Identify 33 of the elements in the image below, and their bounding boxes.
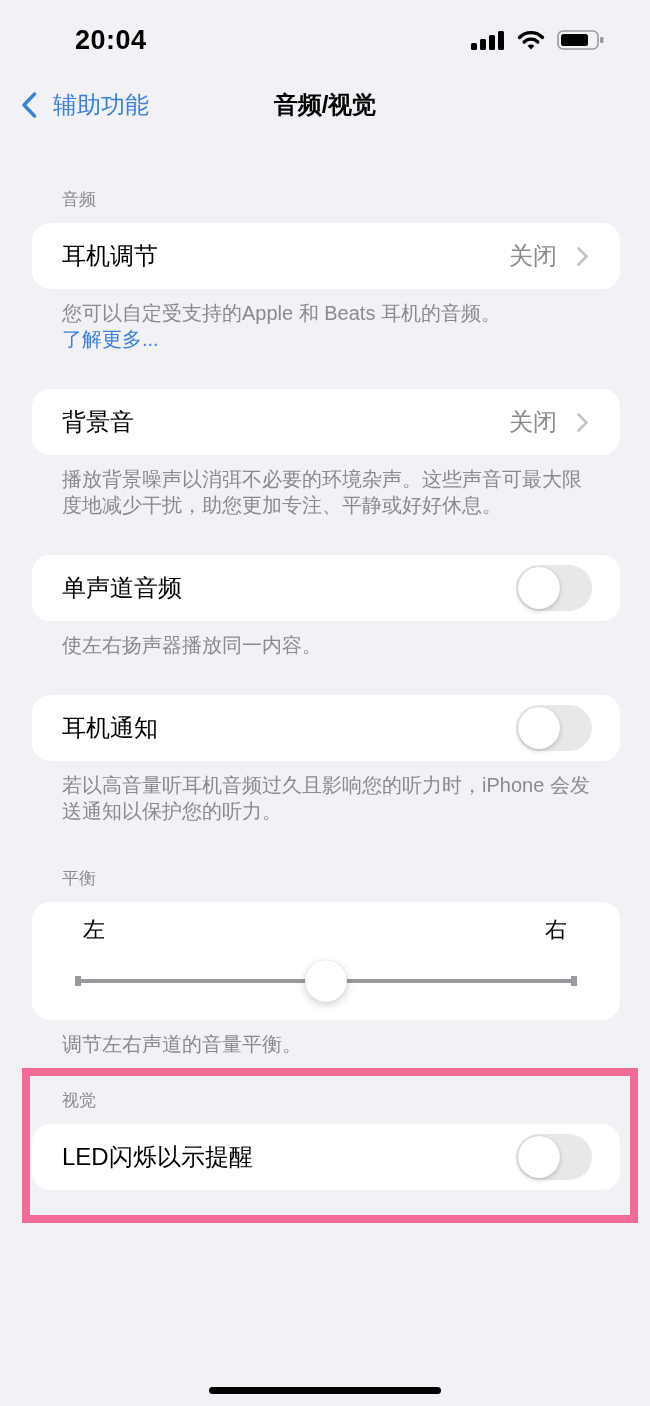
row-value: 关闭 (509, 241, 557, 271)
chevron-right-icon (577, 246, 588, 266)
row-value: 关闭 (509, 407, 557, 437)
slider-label: 右 (545, 917, 567, 943)
footer-note: 使左右扬声器播放同一内容。 (61, 633, 323, 658)
toggle-switch[interactable] (516, 565, 592, 611)
slider-label: 左 (83, 917, 105, 943)
section-header: 平衡 (61, 868, 97, 890)
toggle-switch[interactable] (516, 705, 592, 751)
status-time: 20:04 (75, 24, 147, 56)
footer-note: 播放背景噪声以消弭不必要的环境杂声。这些声音可最大限度地减少干扰，助您更加专注、平静或好好休息。 (61, 467, 583, 518)
footer-note: 调节左右声道的音量平衡。 (61, 1032, 303, 1057)
chevron-left-icon (21, 92, 37, 118)
row-label: 单声道音频 (62, 573, 182, 603)
signal-icon (471, 30, 505, 50)
section-header: 视觉 (61, 1090, 97, 1112)
slider-thumb[interactable] (305, 960, 347, 1002)
footer-note: 若以高音量听耳机音频过久且影响您的听力时，iPhone 会发送通知以保护您的听力。 (61, 773, 591, 824)
row-label: 耳机调节 (62, 241, 158, 271)
nav-title: 音频/视觉 (273, 90, 377, 120)
footer-note: 您可以自定受支持的Apple 和 Beats 耳机的音频。 了解更多... (61, 301, 502, 352)
row-label: 耳机通知 (62, 713, 158, 743)
settings-row[interactable]: 背景音 关闭 (32, 389, 620, 455)
section-header: 音频 (61, 189, 97, 211)
chevron-right-icon (577, 412, 588, 432)
row-label: LED闪烁以示提醒 (62, 1142, 253, 1172)
learn-more-link[interactable]: 了解更多... (62, 328, 159, 350)
battery-icon (557, 30, 604, 50)
settings-row[interactable]: 耳机调节 关闭 (32, 223, 620, 289)
toggle-switch[interactable] (516, 1134, 592, 1180)
row-label: 背景音 (62, 407, 134, 437)
wifi-icon (517, 30, 545, 50)
back-button[interactable]: 辅助功能 (21, 90, 149, 120)
